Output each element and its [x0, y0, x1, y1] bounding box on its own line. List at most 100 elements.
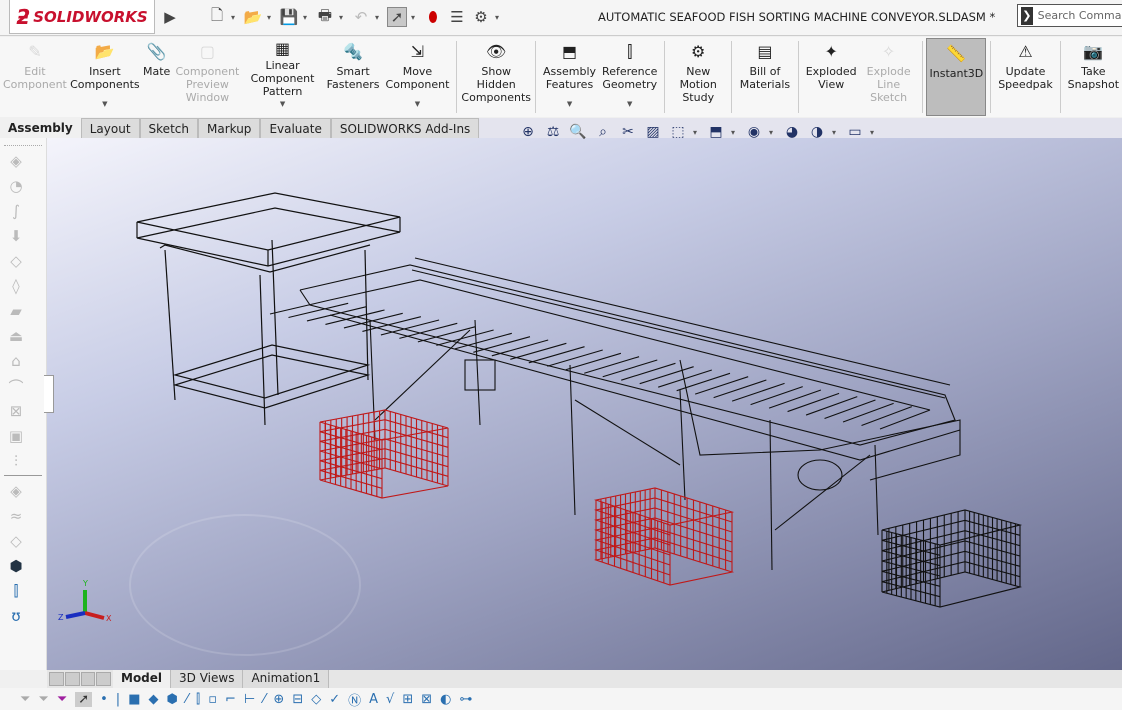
cosmetic-thread-filter-icon[interactable]: ◐: [440, 692, 451, 707]
select-cursor-icon[interactable]: ➚: [387, 7, 407, 27]
dropdown-arrow[interactable]: ▼: [415, 98, 420, 115]
new-document-icon[interactable]: 🗋: [207, 6, 227, 27]
ribbon-button-update-speedpak[interactable]: ⚠ Update Speedpak: [995, 37, 1056, 115]
zoom-selection-icon[interactable]: ⌕: [593, 122, 613, 142]
reference-plane-icon[interactable]: ⫿: [6, 581, 26, 601]
graphics-viewport[interactable]: Y X Z ⊕ ⚖ 🔍 ⌕ ✂ ▨ ⬚ ▾ ⬒ ▾ ◉ ▾ ◕ ◑ ▾ ▭ ▾: [47, 122, 1122, 670]
tab-sketch[interactable]: Sketch: [139, 118, 198, 138]
ribbon-button-take-snapshot[interactable]: 📷 Take Snapshot: [1065, 37, 1122, 115]
bottom-tab-animation1[interactable]: Animation1: [243, 670, 330, 688]
zoom-area-icon[interactable]: ⚖: [543, 122, 563, 142]
ribbon-button-instant3d[interactable]: 📏 Instant3D: [926, 38, 987, 116]
boundary-icon[interactable]: ◊: [6, 276, 26, 296]
tab-markup[interactable]: Markup: [197, 118, 261, 138]
sweep-icon[interactable]: ∫: [6, 201, 26, 221]
zoom-icon[interactable]: 🔍: [568, 122, 588, 142]
surface-finish-filter-icon[interactable]: √: [386, 692, 394, 707]
tab-solidworks-add-ins[interactable]: SOLIDWORKS Add-Ins: [330, 118, 480, 138]
bottom-tab-model[interactable]: Model: [113, 670, 172, 688]
solid-filter-icon[interactable]: ⬢: [166, 692, 177, 707]
dropdown-arrow[interactable]: ▾: [495, 13, 503, 22]
dynamic-annotation-icon[interactable]: ▨: [643, 122, 663, 142]
save-icon[interactable]: 💾: [279, 7, 299, 27]
table-filter-icon[interactable]: ⊟: [292, 692, 303, 707]
print-icon[interactable]: 🖶: [315, 6, 335, 27]
tab-assembly[interactable]: Assembly: [0, 118, 81, 138]
dropdown-arrow[interactable]: ▼: [567, 98, 572, 115]
axis-filter-icon[interactable]: ⁄: [186, 692, 188, 707]
plane-surface-icon[interactable]: ▰: [6, 301, 26, 321]
ribbon-button-assembly-features[interactable]: ⬒ Assembly Features ▼: [540, 37, 599, 115]
sketch-segment-filter-icon[interactable]: ⌐: [225, 692, 236, 707]
solidworks-logo[interactable]: ƻ SOLIDWORKS: [9, 0, 155, 34]
display-style-icon[interactable]: ⬒: [706, 122, 726, 142]
deform-icon[interactable]: ≈: [6, 506, 26, 526]
bend-icon[interactable]: ⌒: [6, 376, 26, 396]
search-commands-input[interactable]: ❯ Search Commar: [1017, 4, 1122, 27]
dropdown-arrow[interactable]: ▾: [411, 13, 419, 22]
shell-icon[interactable]: ⌂: [6, 351, 26, 371]
tab-scroll-buttons[interactable]: [47, 670, 113, 688]
file-properties-icon[interactable]: ☰: [447, 7, 467, 27]
tab-evaluate[interactable]: Evaluate: [260, 118, 331, 138]
weld-filter-icon[interactable]: ◇: [311, 692, 321, 707]
sheet-metal-icon[interactable]: ◈: [6, 151, 26, 171]
dropdown-arrow[interactable]: ▾: [267, 13, 275, 22]
edit-appearance-icon[interactable]: ◕: [782, 122, 802, 142]
panel-collapse-handle[interactable]: [44, 375, 54, 413]
ribbon-button-component-preview-window[interactable]: ▢ Component Preview Window: [173, 37, 241, 115]
revolve-icon[interactable]: ◔: [6, 176, 26, 196]
filter-multiple-icon[interactable]: ⏷: [38, 692, 48, 707]
surface-filter-icon[interactable]: ◆: [148, 692, 158, 707]
tolerance-filter-icon[interactable]: ⊠: [421, 692, 432, 707]
box-feature-icon[interactable]: ▣: [6, 426, 26, 446]
tab-layout[interactable]: Layout: [80, 118, 140, 138]
datum-filter-icon[interactable]: ⊞: [402, 692, 413, 707]
ribbon-button-reference-geometry[interactable]: ⫿ Reference Geometry ▼: [599, 37, 660, 115]
dropdown-arrow[interactable]: ▾: [375, 13, 383, 22]
ribbon-button-linear-component-pattern[interactable]: ▦ Linear Component Pattern ▼: [241, 37, 323, 115]
options-gear-icon[interactable]: ⚙: [471, 7, 491, 27]
section-view-icon[interactable]: ✂: [618, 122, 638, 142]
dropdown-arrow[interactable]: ▾: [339, 13, 347, 22]
mate-filter-icon[interactable]: ⊕: [273, 692, 284, 707]
cube-view-icon[interactable]: ⬢: [6, 556, 26, 576]
dropdown-arrow[interactable]: ▾: [303, 13, 311, 22]
curve-icon[interactable]: ʊ: [6, 606, 26, 626]
face-filter-icon[interactable]: ■: [128, 692, 140, 707]
sketch-point-filter-icon[interactable]: ▫: [208, 692, 217, 707]
ribbon-button-mate[interactable]: 📎 Mate: [140, 37, 174, 115]
dropdown-arrow[interactable]: ▾: [231, 13, 239, 22]
dropdown-arrow[interactable]: ▼: [102, 98, 107, 115]
filter-icon[interactable]: ⏷: [20, 692, 30, 707]
hole-filter-icon[interactable]: ⊶: [460, 692, 473, 707]
hole-icon[interactable]: ⏏: [6, 326, 26, 346]
dropdown-arrow[interactable]: ▼: [280, 98, 285, 115]
select-cursor-icon[interactable]: ➚: [75, 691, 93, 707]
ribbon-button-smart-fasteners[interactable]: 🔩 Smart Fasteners: [324, 37, 383, 115]
undo-icon[interactable]: ↶: [351, 7, 371, 27]
freeform-icon[interactable]: ◇: [6, 531, 26, 551]
flex-icon[interactable]: ◈: [6, 481, 26, 501]
ribbon-button-insert-components[interactable]: 📂 Insert Components ▼: [70, 37, 140, 115]
zoom-to-fit-icon[interactable]: ⊕: [518, 122, 538, 142]
note-filter-icon[interactable]: ✓: [329, 692, 340, 707]
loft-icon[interactable]: ◇: [6, 251, 26, 271]
point-filter-icon[interactable]: •: [100, 692, 108, 707]
text-filter-icon[interactable]: A: [369, 692, 378, 707]
centerline-filter-icon[interactable]: ⁄: [263, 692, 265, 707]
assembly-model[interactable]: Y X Z: [47, 138, 1122, 670]
balloon-filter-icon[interactable]: Ⓝ: [348, 690, 361, 709]
zipper-icon[interactable]: ⫶: [6, 451, 26, 471]
open-folder-icon[interactable]: 📂: [243, 7, 263, 27]
view-orientation-icon[interactable]: ⬚: [668, 122, 688, 142]
ribbon-button-exploded-view[interactable]: ✦ Exploded View: [803, 37, 860, 115]
view-settings-icon[interactable]: ▭: [845, 122, 865, 142]
ribbon-button-show-hidden-components[interactable]: 👁 Show Hidden Components: [461, 37, 531, 115]
ribbon-button-bill-of-materials[interactable]: ▤ Bill of Materials: [736, 37, 794, 115]
dropdown-arrow[interactable]: ▼: [627, 98, 632, 115]
ribbon-button-move-component[interactable]: ⇲ Move Component ▼: [383, 37, 453, 115]
dimension-filter-icon[interactable]: ⊢: [244, 692, 255, 707]
filter-toggle-icon[interactable]: ⏷: [57, 692, 67, 707]
cut-icon[interactable]: ⊠: [6, 401, 26, 421]
